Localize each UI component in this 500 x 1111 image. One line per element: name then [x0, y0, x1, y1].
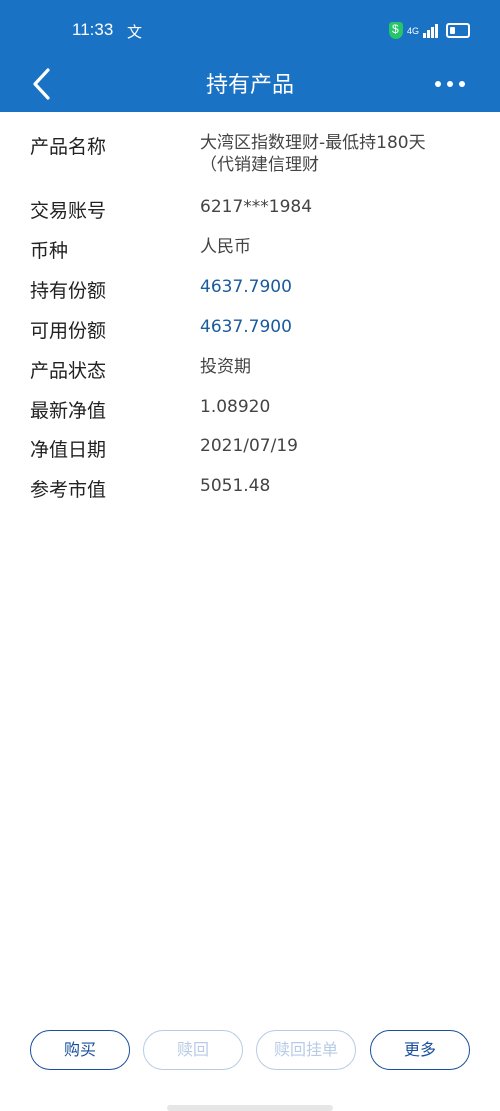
status-bar: 11:33 文 4G	[0, 0, 500, 60]
more-dots-icon	[435, 81, 465, 87]
detail-label: 参考市值	[30, 479, 107, 501]
nav-bar: 持有产品	[0, 58, 500, 112]
detail-label: 最新净值	[30, 400, 107, 422]
status-indicators: 4G	[388, 22, 470, 39]
detail-value: 5051.48	[200, 476, 271, 496]
detail-value: 4637.7900	[200, 317, 292, 337]
detail-value: 6217***1984	[200, 197, 313, 217]
battery-icon	[446, 23, 470, 38]
detail-label: 产品名称	[30, 136, 107, 158]
signal-icon	[423, 23, 438, 38]
home-indicator[interactable]	[167, 1105, 333, 1111]
detail-value: 1.08920	[200, 397, 271, 417]
status-time: 11:33	[72, 20, 114, 39]
detail-label: 交易账号	[30, 200, 107, 222]
detail-label: 币种	[30, 240, 69, 262]
detail-label: 产品状态	[30, 360, 107, 382]
network-type: 4G	[406, 25, 419, 36]
app-header: 11:33 文 4G 持有产品	[0, 0, 500, 112]
page-title: 持有产品	[205, 73, 294, 98]
detail-label: 持有份额	[30, 280, 107, 302]
product-name-line-2: （代销建信理财	[200, 155, 319, 175]
redeem-button[interactable]: 赎回	[143, 1030, 243, 1070]
security-shield-icon	[388, 22, 403, 39]
redeem-order-button[interactable]: 赎回挂单	[256, 1030, 356, 1070]
detail-value: 大湾区指数理财-最低持180天 （代销建信理财	[200, 132, 470, 176]
buy-button[interactable]: 购买	[30, 1030, 130, 1070]
detail-value: 2021/07/19	[200, 436, 298, 456]
detail-value: 4637.7900	[200, 277, 292, 297]
action-bar: 购买 赎回 赎回挂单 更多	[0, 1030, 500, 1074]
product-name-line-1: 大湾区指数理财-最低持180天	[200, 133, 426, 153]
more-button[interactable]: 更多	[370, 1030, 470, 1070]
status-notification-icon: 文	[127, 23, 143, 41]
detail-value: 人民币	[200, 237, 251, 257]
detail-value: 投资期	[200, 357, 251, 377]
detail-label: 可用份额	[30, 320, 107, 342]
more-options-button[interactable]	[430, 74, 470, 94]
detail-label: 净值日期	[30, 439, 107, 461]
